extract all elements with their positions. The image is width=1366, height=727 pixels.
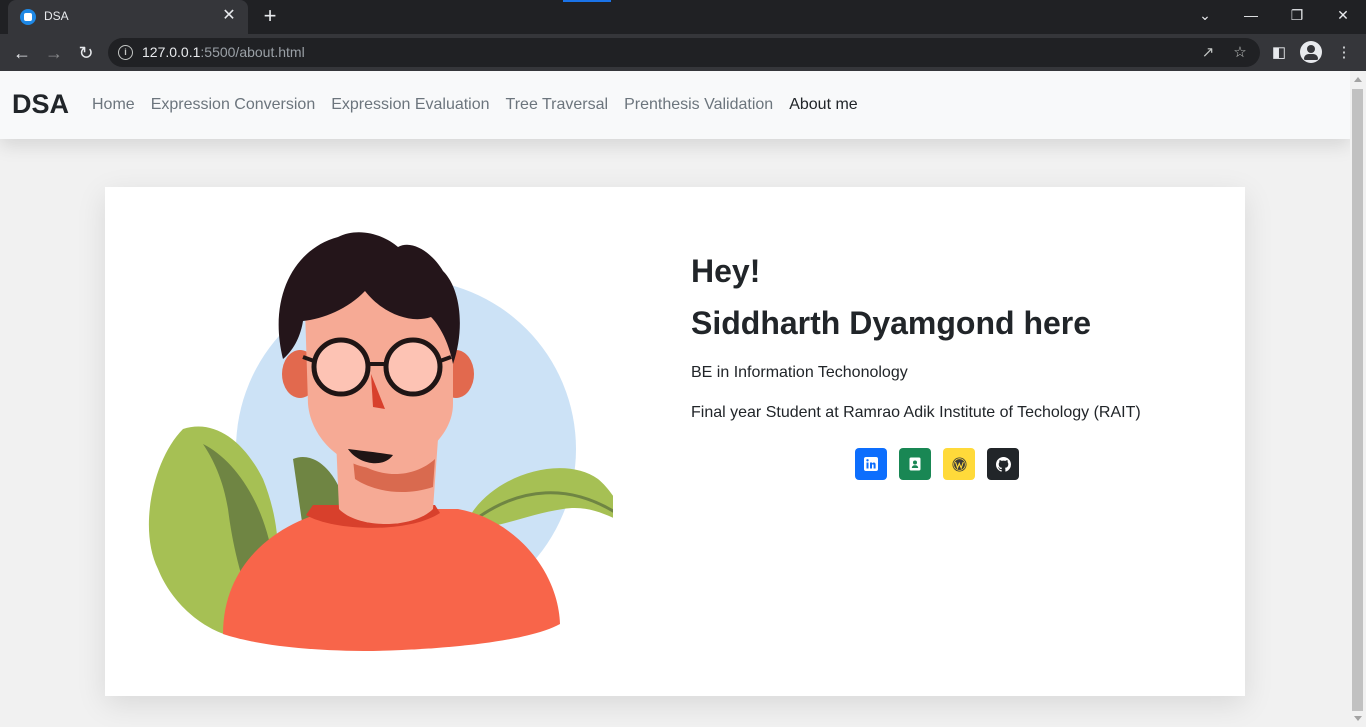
tab-title: DSA bbox=[44, 9, 69, 23]
contact-card-button[interactable] bbox=[899, 448, 931, 480]
tab-close-icon[interactable]: ✕ bbox=[218, 5, 240, 27]
about-card: Hey! Siddharth Dyamgond here BE in Infor… bbox=[105, 187, 1245, 696]
restore-button[interactable]: ❐ bbox=[1274, 0, 1320, 30]
new-tab-button[interactable]: + bbox=[258, 5, 282, 29]
linkedin-icon bbox=[864, 457, 878, 471]
site-navbar: DSA Home Expression Conversion Expressio… bbox=[0, 71, 1350, 139]
menu-kebab-icon[interactable]: ⋮ bbox=[1331, 40, 1357, 66]
url-path: :5500/about.html bbox=[200, 44, 305, 60]
nav-expression-conversion[interactable]: Expression Conversion bbox=[151, 96, 316, 114]
social-links bbox=[855, 448, 1019, 480]
address-bar[interactable]: i 127.0.0.1:5500/about.html ↗ ☆ bbox=[108, 38, 1260, 67]
forward-arrow-icon[interactable]: → bbox=[40, 39, 68, 67]
tab-search-button[interactable]: ⌄ bbox=[1182, 0, 1228, 30]
minimize-button[interactable]: — bbox=[1228, 0, 1274, 30]
greeting-heading: Hey! bbox=[691, 253, 761, 289]
contact-card-icon bbox=[909, 457, 921, 471]
site-info-icon[interactable]: i bbox=[118, 45, 133, 60]
illustration-glasses-left bbox=[311, 337, 371, 397]
side-panel-icon[interactable]: ◧ bbox=[1266, 40, 1292, 66]
linkedin-button[interactable] bbox=[855, 448, 887, 480]
browser-toolbar: ← → ↻ i 127.0.0.1:5500/about.html ↗ ☆ ◧ … bbox=[0, 34, 1366, 71]
brand-logo[interactable]: DSA bbox=[12, 89, 69, 120]
nav-about-me[interactable]: About me bbox=[789, 96, 857, 114]
share-icon[interactable]: ↗ bbox=[1197, 42, 1219, 64]
browser-tabstrip: DSA ✕ + ⌄ — ❐ ✕ bbox=[0, 0, 1366, 34]
url-text[interactable]: 127.0.0.1:5500/about.html bbox=[142, 44, 305, 60]
github-icon bbox=[995, 456, 1011, 472]
tab-drag-indicator bbox=[563, 0, 611, 2]
profile-avatar-icon[interactable] bbox=[1300, 41, 1322, 63]
nav-links: Home Expression Conversion Expression Ev… bbox=[92, 96, 874, 114]
bookmark-star-icon[interactable]: ☆ bbox=[1229, 42, 1251, 64]
page-scrollbar[interactable] bbox=[1350, 71, 1366, 727]
nav-tree-traversal[interactable]: Tree Traversal bbox=[506, 96, 609, 114]
name-heading: Siddharth Dyamgond here bbox=[691, 305, 1092, 341]
url-host: 127.0.0.1 bbox=[142, 44, 201, 60]
college-text: Final year Student at Ramrao Adik Instit… bbox=[691, 404, 1141, 421]
page-viewport: DSA Home Expression Conversion Expressio… bbox=[0, 71, 1350, 727]
illustration-glasses-right bbox=[383, 337, 443, 397]
close-window-button[interactable]: ✕ bbox=[1320, 0, 1366, 30]
nav-expression-evaluation[interactable]: Expression Evaluation bbox=[331, 96, 489, 114]
github-button[interactable] bbox=[987, 448, 1019, 480]
wordpress-icon bbox=[952, 457, 966, 471]
nav-home[interactable]: Home bbox=[92, 96, 135, 114]
scroll-down-icon[interactable] bbox=[1354, 716, 1362, 721]
back-arrow-icon[interactable]: ← bbox=[8, 39, 36, 67]
avatar-illustration bbox=[148, 232, 613, 651]
scroll-thumb[interactable] bbox=[1352, 89, 1363, 711]
wordpress-button[interactable] bbox=[943, 448, 975, 480]
browser-tab[interactable]: DSA ✕ bbox=[8, 0, 248, 34]
nav-parenthesis-validation[interactable]: Prenthesis Validation bbox=[624, 96, 773, 114]
degree-text: BE in Information Techonology bbox=[691, 364, 908, 381]
reload-icon[interactable]: ↻ bbox=[72, 39, 100, 67]
site-favicon-icon bbox=[20, 9, 36, 25]
scroll-up-icon[interactable] bbox=[1354, 77, 1362, 82]
